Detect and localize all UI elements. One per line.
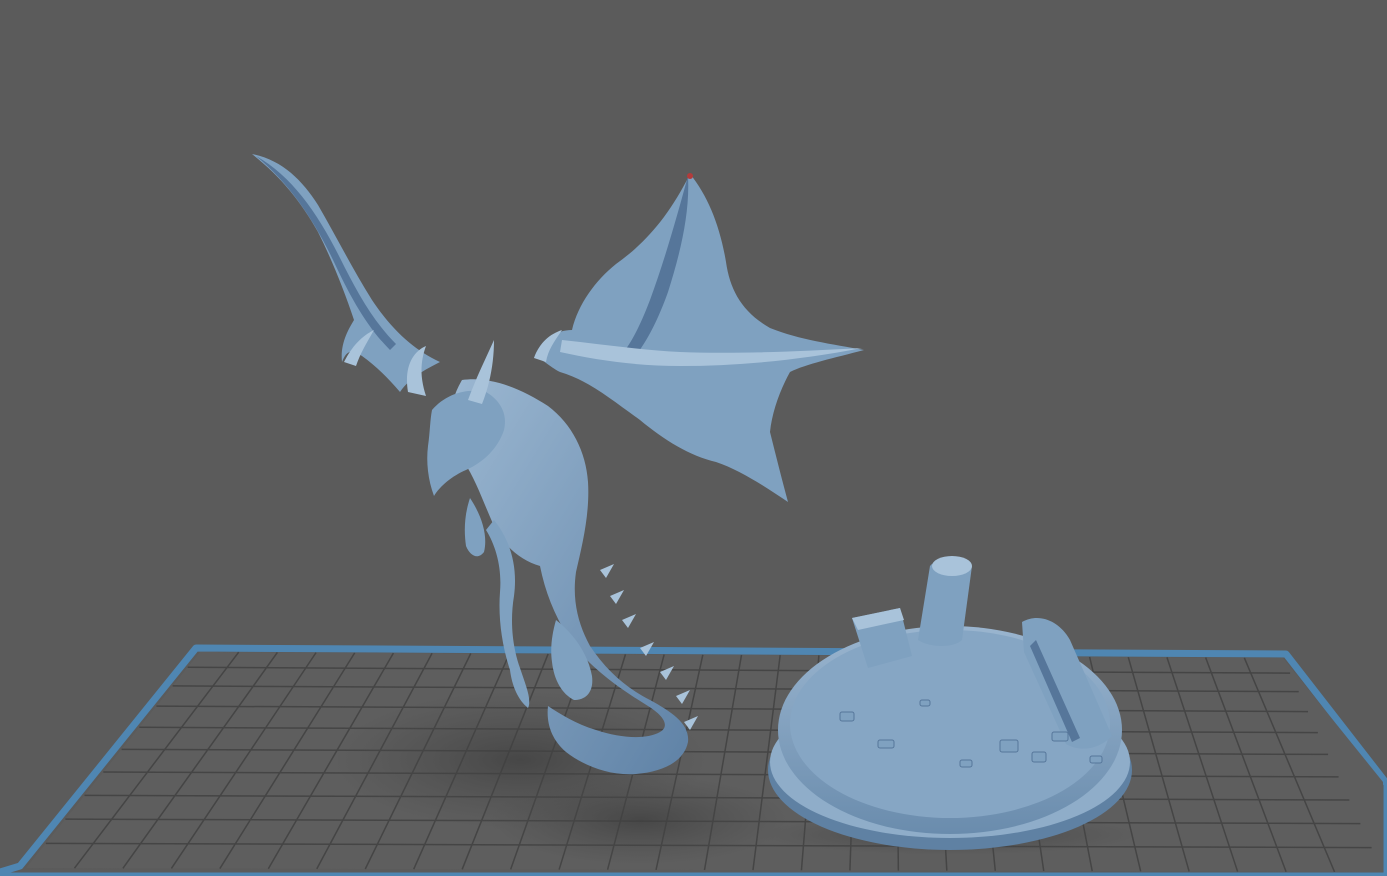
dragon-right-wing bbox=[534, 174, 864, 502]
rubble-stone bbox=[1031, 751, 1047, 763]
base-column-top bbox=[932, 556, 972, 576]
dragon-spike bbox=[622, 614, 636, 628]
round-scenic-base-model[interactable] bbox=[768, 556, 1132, 850]
rubble-stone bbox=[839, 711, 855, 722]
dragon-spike bbox=[600, 564, 614, 578]
rubble-stone bbox=[959, 759, 973, 768]
rubble-stone bbox=[1089, 755, 1103, 764]
dragon-wing-tip-marker bbox=[687, 173, 693, 179]
dragon-spike bbox=[610, 590, 624, 604]
rubble-stone bbox=[1051, 731, 1069, 742]
rubble-stone bbox=[877, 739, 895, 749]
scene-canvas[interactable] bbox=[0, 0, 1387, 876]
dragon-left-wing-bone bbox=[256, 156, 396, 350]
rubble-stone bbox=[919, 699, 931, 707]
3d-viewport[interactable] bbox=[0, 0, 1387, 876]
dragon-arm bbox=[464, 498, 486, 557]
rubble-stone bbox=[999, 739, 1019, 753]
